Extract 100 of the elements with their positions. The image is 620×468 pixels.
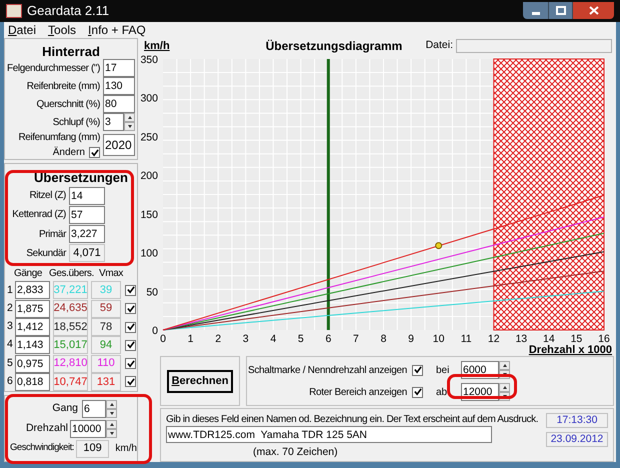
calculate-button[interactable]: Berechnen bbox=[166, 370, 234, 392]
tick-label: 150 bbox=[140, 208, 158, 221]
group-title: Hinterrad bbox=[41, 43, 101, 59]
input-field[interactable]: 80 bbox=[103, 95, 135, 113]
input-field[interactable]: 1,875 bbox=[15, 300, 50, 318]
field-label: Gang bbox=[51, 400, 79, 416]
time-display: 17:13:30 bbox=[546, 413, 608, 428]
input-field[interactable]: 57 bbox=[69, 206, 105, 224]
triangle-down-icon bbox=[108, 430, 114, 436]
input-field[interactable]: 2,833 bbox=[15, 281, 50, 300]
tick-label: 350 bbox=[140, 54, 158, 66]
tick-label: 250 bbox=[140, 131, 158, 144]
close-icon bbox=[588, 6, 598, 14]
gear-number: 2 bbox=[7, 300, 14, 316]
tick-label: 3 bbox=[242, 333, 249, 345]
field-label: Schlupf (%) bbox=[52, 116, 101, 130]
table-cell: 78 bbox=[91, 318, 121, 336]
tick-label: 50 bbox=[146, 286, 158, 298]
column-header: Gänge bbox=[13, 267, 44, 282]
column-header: Vmax bbox=[98, 267, 124, 282]
field-label: Drehzahl bbox=[24, 420, 69, 436]
triangle-up-icon bbox=[108, 402, 114, 406]
table-cell: 131 bbox=[91, 372, 121, 391]
spin-up-button[interactable] bbox=[124, 113, 135, 122]
checkbox[interactable] bbox=[125, 340, 136, 351]
input-field[interactable]: 1,143 bbox=[15, 336, 50, 354]
input-field[interactable]: 14 bbox=[69, 186, 105, 205]
value-display: 109 bbox=[76, 440, 110, 458]
maximize-button[interactable] bbox=[548, 2, 572, 18]
input-field[interactable]: 3,227 bbox=[69, 225, 105, 244]
table-cell: 15,017 bbox=[53, 336, 88, 354]
menu-item[interactable]: Tools bbox=[48, 21, 76, 39]
field-label: Felgendurchmesser (") bbox=[6, 62, 101, 76]
date-display: 23.09.2012 bbox=[546, 432, 608, 447]
input-field[interactable]: 17 bbox=[103, 59, 135, 77]
file-field[interactable] bbox=[456, 39, 612, 53]
field-label: Ritzel (Z) bbox=[28, 189, 67, 204]
gear-number: 1 bbox=[7, 282, 14, 298]
checkbox[interactable] bbox=[125, 376, 136, 388]
table-cell: 110 bbox=[91, 354, 121, 373]
input-field[interactable]: 2020 bbox=[103, 134, 135, 156]
gear-number: 3 bbox=[7, 319, 14, 334]
tick-label: 14 bbox=[543, 333, 555, 345]
tick-label: 5 bbox=[298, 333, 304, 345]
input-field[interactable]: 3 bbox=[103, 113, 124, 131]
spin-up-button[interactable] bbox=[499, 361, 510, 370]
tick-label: 100 bbox=[140, 248, 158, 260]
checkbox[interactable] bbox=[125, 284, 136, 296]
checkbox[interactable] bbox=[412, 386, 423, 398]
tick-label: 0 bbox=[160, 333, 166, 345]
value-display: 4,071 bbox=[69, 244, 105, 262]
field-label: Reifenbreite (mm) bbox=[26, 80, 101, 94]
minimize-button[interactable] bbox=[523, 2, 548, 18]
table-cell: 24,635 bbox=[53, 300, 88, 318]
hint-text: Gib in dieses Feld einen Namen od. Bezeichnung ein. Der Text erscheint auf dem Ausdruck. bbox=[166, 413, 538, 426]
field-label: Querschnitt (%) bbox=[36, 98, 101, 112]
close-button[interactable] bbox=[572, 2, 614, 18]
triangle-up-icon bbox=[108, 422, 114, 426]
input-field[interactable]: 130 bbox=[103, 77, 135, 95]
input-field[interactable]: 6 bbox=[82, 400, 106, 418]
checkbox[interactable] bbox=[125, 358, 136, 370]
menu-item[interactable]: Info + FAQ bbox=[88, 21, 146, 39]
tick-label: 200 bbox=[140, 170, 158, 182]
window-title: Geardata 2.11 bbox=[27, 2, 110, 20]
checkbox[interactable] bbox=[412, 364, 423, 376]
table-cell: 10,747 bbox=[53, 372, 88, 391]
tick-label: 2 bbox=[215, 333, 222, 345]
field-label: ab bbox=[436, 386, 448, 400]
input-field[interactable]: 0,975 bbox=[15, 354, 50, 373]
menu-item[interactable]: Datei bbox=[8, 21, 36, 39]
input-field[interactable]: 10000 bbox=[70, 420, 106, 438]
field-label: Sekundär bbox=[25, 246, 68, 261]
spin-up-button[interactable] bbox=[106, 400, 117, 408]
tick-label: 6 bbox=[325, 333, 332, 345]
tick-label: 16 bbox=[598, 333, 610, 345]
triangle-down-icon bbox=[108, 410, 114, 416]
tick-label: 12 bbox=[488, 333, 500, 345]
checkbox[interactable] bbox=[89, 147, 100, 158]
app-icon bbox=[6, 4, 22, 18]
tick-label: 13 bbox=[515, 333, 528, 345]
input-field[interactable]: www.TDR125.com Yamaha TDR 125 5AN bbox=[166, 426, 492, 444]
gear-number: 6 bbox=[7, 374, 14, 389]
triangle-down-icon bbox=[502, 394, 508, 399]
field-label: Primär bbox=[38, 228, 68, 242]
checkbox[interactable] bbox=[125, 322, 136, 332]
spin-up-button[interactable] bbox=[499, 383, 510, 392]
triangle-up-icon bbox=[502, 363, 508, 368]
input-field[interactable]: 1,412 bbox=[15, 318, 50, 336]
option-label: Schaltmarke / Nenndrehzahl anzeigen bbox=[247, 364, 408, 378]
tick-label: 15 bbox=[570, 333, 582, 345]
option-label: Roter Bereich anzeigen bbox=[308, 386, 408, 400]
highlight-frame bbox=[447, 374, 517, 399]
triangle-up-icon bbox=[502, 385, 508, 390]
tick-label: 0 bbox=[152, 325, 158, 337]
field-label: Kettenrad (Z) bbox=[11, 208, 67, 222]
tick-label: 11 bbox=[460, 333, 472, 345]
input-field[interactable]: 0,818 bbox=[15, 372, 50, 391]
spin-down-button[interactable] bbox=[124, 122, 135, 131]
checkbox[interactable] bbox=[125, 303, 136, 314]
spin-up-button[interactable] bbox=[106, 420, 117, 428]
